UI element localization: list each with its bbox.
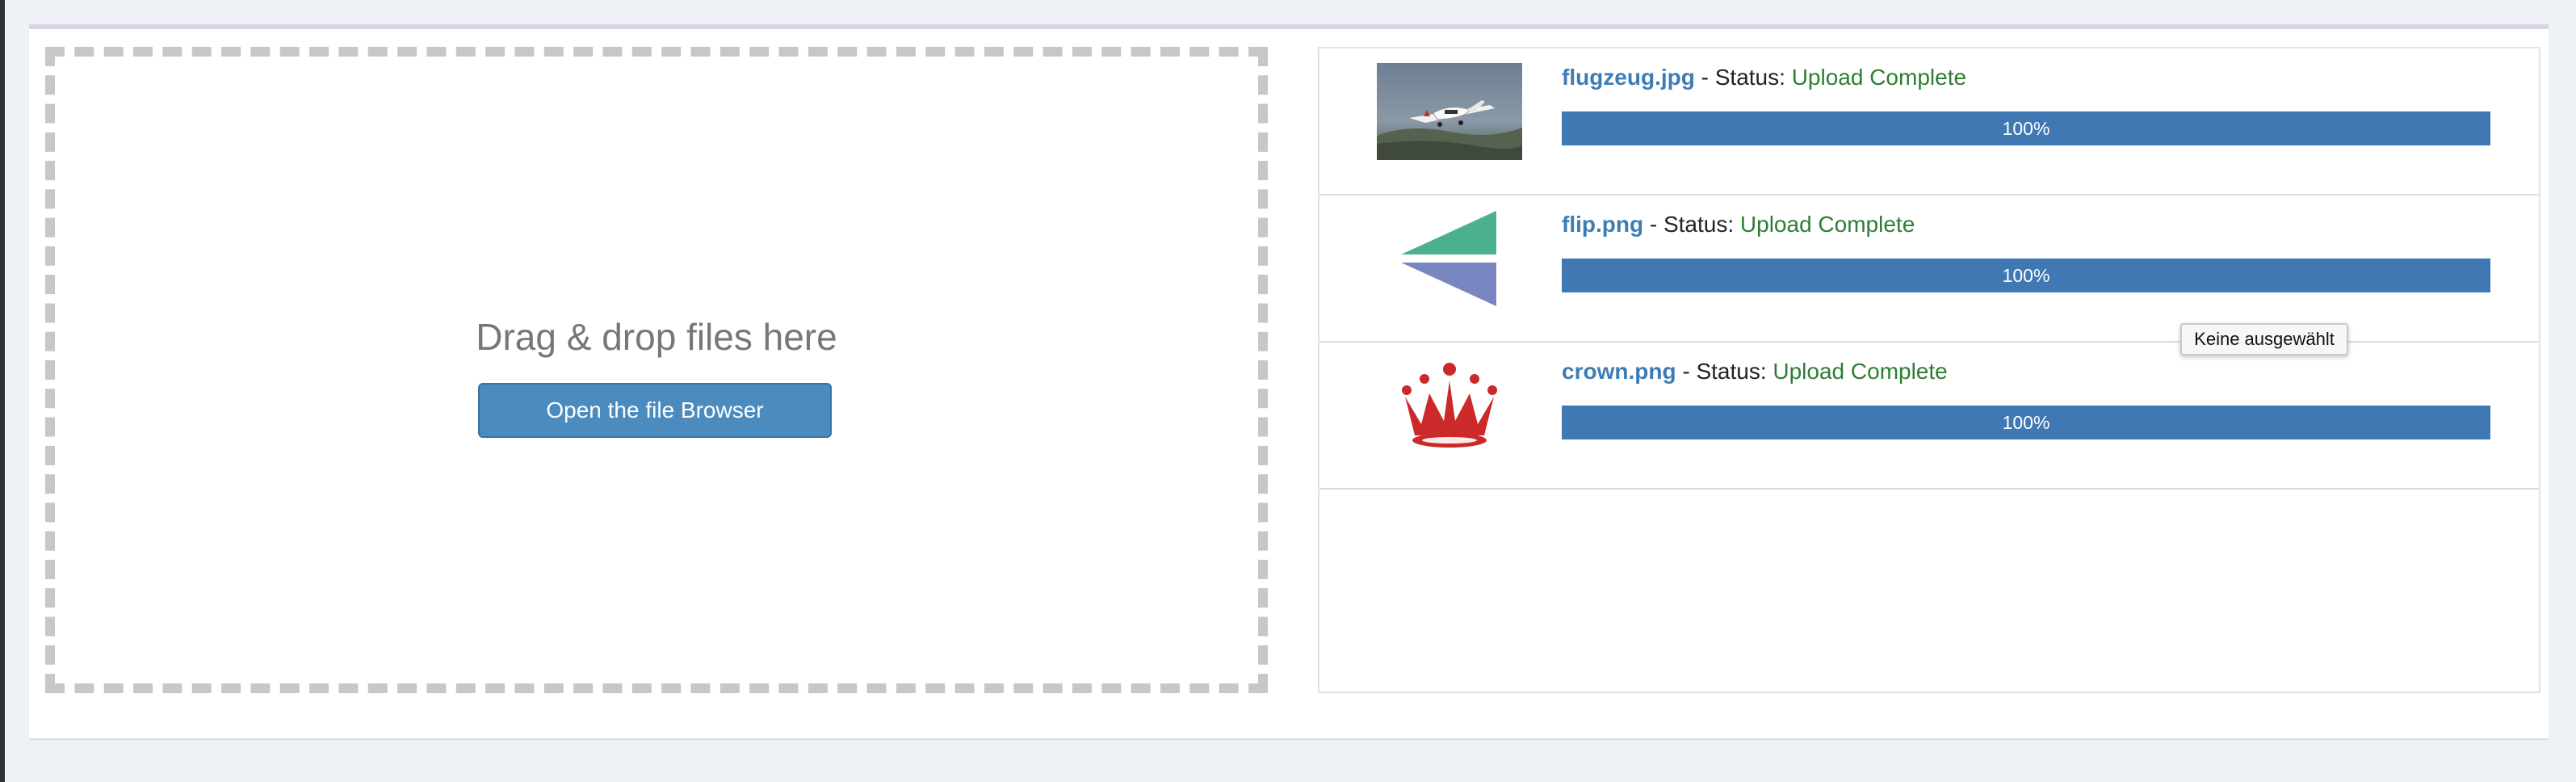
- file-info: flip.png - Status: Upload Complete: [1562, 212, 1915, 238]
- crown-icon: [1376, 357, 1523, 454]
- progress-label: 100%: [2002, 264, 2050, 286]
- file-name-link[interactable]: flugzeug.jpg: [1562, 65, 1695, 90]
- file-list: flugzeug.jpg - Status: Upload Complete 1…: [1318, 47, 2540, 693]
- file-info: flugzeug.jpg - Status: Upload Complete: [1562, 65, 1966, 90]
- file-name-link[interactable]: flip.png: [1562, 212, 1643, 237]
- open-file-browser-button[interactable]: Open the file Browser: [478, 383, 832, 438]
- flip-logo-icon: [1376, 210, 1523, 307]
- progress-bar: 100%: [1562, 406, 2490, 439]
- status-label: Status:: [1663, 212, 1735, 237]
- progress-label: 100%: [2002, 117, 2050, 139]
- upload-panel: Drag & drop files here Open the file Bro…: [29, 24, 2549, 740]
- progress-fill: 100%: [1562, 111, 2490, 145]
- progress-label: 100%: [2002, 411, 2050, 433]
- progress-bar: 100%: [1562, 259, 2490, 292]
- file-item: flugzeug.jpg - Status: Upload Complete 1…: [1319, 48, 2539, 196]
- separator: -: [1701, 65, 1709, 90]
- separator: -: [1682, 359, 1690, 384]
- airplane-photo-icon: [1376, 63, 1523, 160]
- progress-fill: 100%: [1562, 259, 2490, 292]
- dropzone[interactable]: Drag & drop files here Open the file Bro…: [45, 47, 1268, 693]
- progress-fill: 100%: [1562, 406, 2490, 439]
- file-info: crown.png - Status: Upload Complete: [1562, 359, 1948, 385]
- file-item: flip.png - Status: Upload Complete 100%: [1319, 196, 2539, 343]
- status-text: Upload Complete: [1773, 359, 1948, 384]
- dropzone-text: Drag & drop files here: [476, 316, 837, 358]
- separator: -: [1649, 212, 1658, 237]
- file-item: crown.png - Status: Upload Complete 100%: [1319, 343, 2539, 490]
- status-label: Status:: [1714, 65, 1785, 90]
- window-edge: [0, 0, 5, 782]
- status-label: Status:: [1696, 359, 1767, 384]
- tooltip: Keine ausgewählt: [2180, 323, 2348, 355]
- status-text: Upload Complete: [1739, 212, 1915, 237]
- file-name-link[interactable]: crown.png: [1562, 359, 1676, 384]
- progress-bar: 100%: [1562, 111, 2490, 145]
- status-text: Upload Complete: [1791, 65, 1967, 90]
